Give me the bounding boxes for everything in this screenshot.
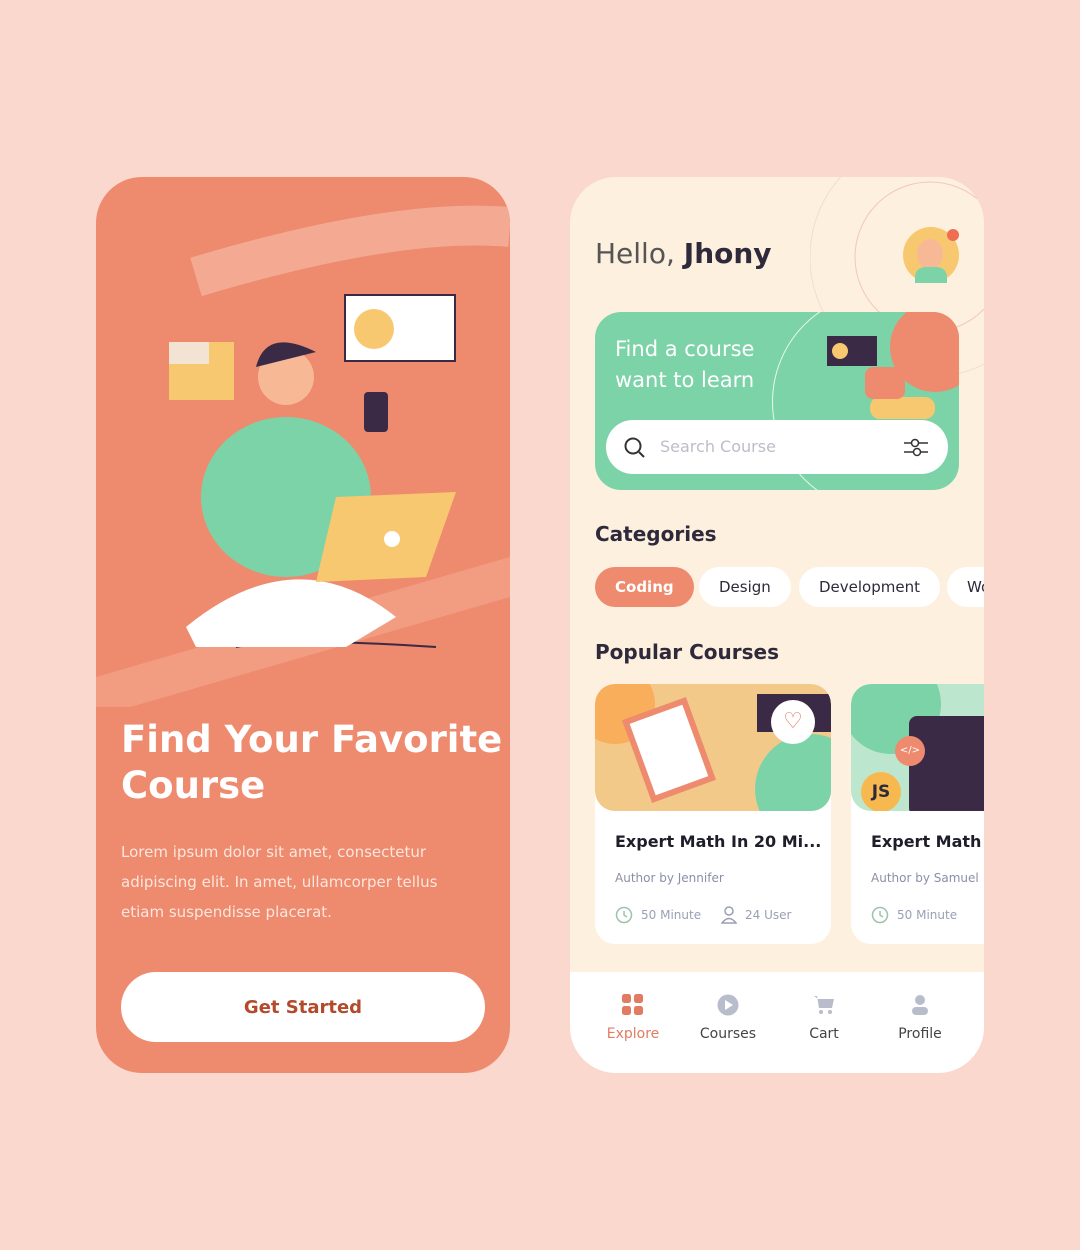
onboarding-title: Find Your Favorite Course [121, 718, 503, 807]
search-icon [624, 437, 645, 458]
cart-icon [814, 996, 834, 1014]
popular-courses-title: Popular Courses [595, 640, 780, 664]
clock-icon [615, 906, 633, 924]
category-development[interactable]: Development [799, 567, 940, 607]
onboarding-description: Lorem ipsum dolor sit amet, consectetur … [121, 843, 438, 921]
search-banner: Find a course want to learn Search Cours… [595, 312, 959, 490]
user-name: Jhony [683, 237, 772, 270]
search-input[interactable]: Search Course [606, 420, 948, 474]
greeting: Hello, Jhony [595, 237, 772, 270]
user-icon [721, 906, 737, 924]
profile-icon [912, 995, 928, 1015]
favorite-heart-icon[interactable]: ♡ [771, 700, 815, 744]
nav-profile[interactable]: Profile [875, 992, 965, 1042]
code-icon: </> [895, 736, 925, 766]
student-illustration [96, 205, 510, 707]
notification-dot [947, 229, 959, 241]
course-title: Expert Math In [871, 832, 984, 851]
filter-icon[interactable] [904, 436, 928, 458]
category-more[interactable]: Wo [947, 567, 984, 607]
play-icon [717, 994, 739, 1016]
course-thumbnail: ♡ [595, 684, 831, 811]
banner-title: Find a course want to learn [615, 337, 755, 392]
nav-cart[interactable]: Cart [779, 992, 869, 1042]
course-card[interactable]: </> JS Expert Math In Author by Samuel 5… [851, 684, 984, 944]
course-thumbnail: </> JS [851, 684, 984, 811]
course-author: Author by Samuel [871, 871, 979, 885]
grid-icon [622, 994, 643, 1015]
nav-explore[interactable]: Explore [588, 992, 678, 1042]
clock-icon [871, 906, 889, 924]
category-coding[interactable]: Coding [595, 567, 694, 607]
nav-courses[interactable]: Courses [683, 992, 773, 1042]
video-card-icon [827, 336, 877, 366]
category-design[interactable]: Design [699, 567, 791, 607]
js-badge: JS [861, 772, 901, 811]
home-screen: Hello, Jhony Find a course want to learn… [570, 177, 984, 1073]
onboarding-screen: Find Your Favorite Course Lorem ipsum do… [96, 177, 510, 1073]
categories-title: Categories [595, 522, 717, 546]
course-title: Expert Math In 20 Mi... [615, 832, 822, 851]
avatar[interactable] [903, 227, 959, 283]
bottom-nav: Explore Courses Cart Profile [570, 972, 984, 1073]
get-started-button[interactable]: Get Started [121, 972, 485, 1042]
course-card[interactable]: ♡ Expert Math In 20 Mi... Author by Jenn… [595, 684, 831, 944]
course-author: Author by Jennifer [615, 871, 724, 885]
